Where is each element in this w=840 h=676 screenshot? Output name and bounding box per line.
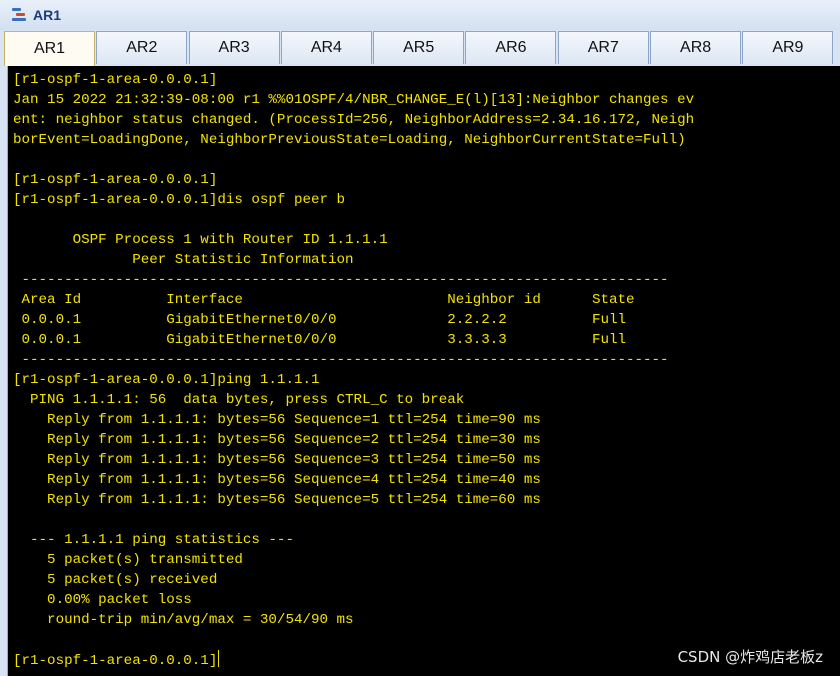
tab-ar7[interactable]: AR7 — [557, 31, 649, 64]
terminal-line: 0.0.0.1 GigabitEthernet0/0/0 2.2.2.2 Ful… — [13, 312, 627, 328]
terminal-line: 5 packet(s) received — [13, 572, 218, 588]
terminal-line: Reply from 1.1.1.1: bytes=56 Sequence=2 … — [13, 432, 541, 448]
terminal-line: Reply from 1.1.1.1: bytes=56 Sequence=3 … — [13, 452, 541, 468]
terminal-window: AR1 AR1 AR2 AR3 AR4 AR5 AR6 AR7 AR8 AR9 … — [0, 0, 840, 676]
terminal-line: 5 packet(s) transmitted — [13, 552, 243, 568]
terminal-line: --- 1.1.1.1 ping statistics --- — [13, 532, 294, 548]
terminal-line: PING 1.1.1.1: 56 data bytes, press CTRL_… — [13, 392, 465, 408]
tab-ar5[interactable]: AR5 — [373, 31, 465, 64]
router-app-icon — [10, 6, 30, 24]
terminal-prompt-line[interactable]: [r1-ospf-1-area-0.0.0.1] — [13, 650, 694, 670]
terminal-line: 0.0.0.1 GigabitEthernet0/0/0 3.3.3.3 Ful… — [13, 332, 627, 348]
tab-ar1[interactable]: AR1 — [4, 31, 95, 66]
tab-ar2[interactable]: AR2 — [96, 31, 188, 64]
terminal-line: Peer Statistic Information — [13, 252, 354, 268]
tab-ar4[interactable]: AR4 — [280, 31, 372, 64]
terminal-line: [r1-ospf-1-area-0.0.0.1] — [13, 172, 218, 188]
tab-ar9[interactable]: AR9 — [742, 31, 834, 64]
terminal-line: Area Id Interface Neighbor id State — [13, 292, 635, 308]
terminal-line: Jan 15 2022 21:32:39-08:00 r1 %%01OSPF/4… — [13, 92, 695, 108]
terminal-line: [r1-ospf-1-area-0.0.0.1]dis ospf peer b — [13, 192, 346, 208]
terminal-line: borEvent=LoadingDone, NeighborPreviousSt… — [13, 132, 686, 148]
terminal-line: Reply from 1.1.1.1: bytes=56 Sequence=1 … — [13, 412, 541, 428]
terminal-line: Reply from 1.1.1.1: bytes=56 Sequence=4 … — [13, 472, 541, 488]
terminal-line: OSPF Process 1 with Router ID 1.1.1.1 — [13, 232, 388, 248]
terminal-line: Reply from 1.1.1.1: bytes=56 Sequence=5 … — [13, 492, 541, 508]
tab-ar8[interactable]: AR8 — [650, 31, 742, 64]
text-cursor — [218, 650, 220, 667]
device-tab-bar: AR1 AR2 AR3 AR4 AR5 AR6 AR7 AR8 AR9 — [4, 31, 840, 66]
terminal-prompt: [r1-ospf-1-area-0.0.0.1] — [13, 653, 218, 669]
tab-ar6[interactable]: AR6 — [465, 31, 557, 64]
title-bar[interactable]: AR1 — [0, 0, 840, 30]
terminal-line: ent: neighbor status changed. (ProcessId… — [13, 112, 695, 128]
terminal-output: [r1-ospf-1-area-0.0.0.1] Jan 15 2022 21:… — [13, 70, 694, 670]
tab-ar3[interactable]: AR3 — [188, 31, 280, 64]
terminal-line: ----------------------------------------… — [13, 352, 669, 368]
terminal-line: ----------------------------------------… — [13, 272, 669, 288]
terminal-line: [r1-ospf-1-area-0.0.0.1] — [13, 72, 218, 88]
terminal-line: [r1-ospf-1-area-0.0.0.1]ping 1.1.1.1 — [13, 372, 320, 388]
window-title: AR1 — [33, 7, 62, 23]
terminal-console[interactable]: [r1-ospf-1-area-0.0.0.1] Jan 15 2022 21:… — [7, 66, 840, 676]
terminal-line: 0.00% packet loss — [13, 592, 192, 608]
watermark: CSDN @炸鸡店老板z — [677, 648, 823, 666]
terminal-line: round-trip min/avg/max = 30/54/90 ms — [13, 612, 354, 628]
